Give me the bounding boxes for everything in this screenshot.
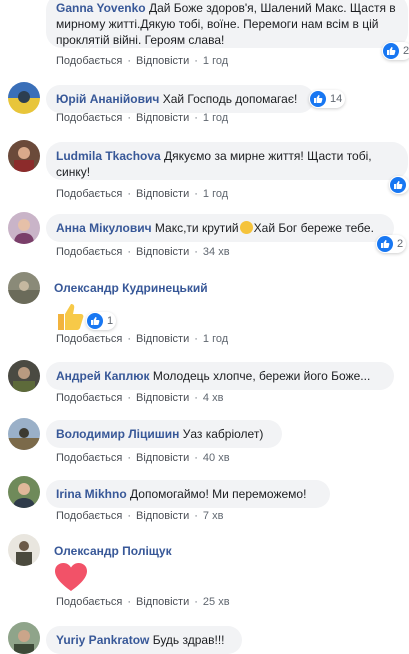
like-reaction-icon: [377, 236, 393, 252]
reply-link[interactable]: Відповісти: [136, 246, 189, 258]
like-link[interactable]: Подобається: [56, 112, 122, 124]
comment-actions: Подобається · Відповісти · 1 год: [56, 55, 229, 67]
avatar[interactable]: [8, 418, 40, 450]
thumbs-up-sticker: [54, 300, 86, 335]
like-link[interactable]: Подобається: [56, 188, 122, 200]
comment-text: Молодець хлопче, бережи його Боже...: [152, 369, 371, 383]
comment-actions: Подобається · Відповісти · 1 год: [56, 188, 229, 200]
comment-bubble: Андрей Каплюк Молодець хлопче, бережи йо…: [46, 362, 394, 390]
comment-author[interactable]: Анна Мікулович: [56, 221, 152, 235]
comment-author[interactable]: Андрей Каплюк: [56, 369, 150, 383]
comment-author[interactable]: Ganna Yovenko: [56, 1, 146, 15]
comment-text-continued: Хай Бог береже тебе.: [253, 221, 374, 235]
comment-bubble: Володимир Ліцишин Уаз кабріолет): [46, 420, 282, 448]
comment-text: Уаз кабріолет): [182, 427, 264, 441]
heart-sticker: [54, 562, 88, 595]
comment-bubble: Анна Мікулович Макс,ти крутий Хай Бог бер…: [46, 214, 394, 242]
reaction-number: 14: [330, 93, 343, 105]
avatar[interactable]: [8, 476, 40, 508]
reply-link[interactable]: Відповісти: [136, 333, 189, 345]
comment-actions: Подобається · Відповісти · 7 хв: [56, 510, 224, 522]
comment-time[interactable]: 1 год: [203, 333, 228, 345]
like-link[interactable]: Подобається: [56, 246, 122, 258]
like-reaction-icon: [310, 91, 326, 107]
reaction-count[interactable]: 2: [382, 42, 409, 60]
reaction-count[interactable]: 14: [309, 90, 346, 108]
reply-link[interactable]: Відповісти: [136, 596, 189, 608]
avatar[interactable]: [8, 272, 40, 304]
comment-actions: Подобається · Відповісти · 1 год: [56, 333, 229, 345]
avatar[interactable]: [8, 622, 40, 654]
comment-text: Хай Господь допомагає!: [162, 92, 298, 106]
comment-time[interactable]: 1 год: [203, 55, 228, 67]
comment-actions: Подобається · Відповісти · 40 хв: [56, 452, 230, 464]
reaction-count[interactable]: [389, 176, 409, 194]
reply-link[interactable]: Відповісти: [136, 452, 189, 464]
comment-bubble: Irina Mikhno Допомогаймо! Ми переможемо!: [46, 480, 330, 508]
avatar[interactable]: [8, 82, 40, 114]
reaction-count[interactable]: 1: [86, 312, 117, 330]
comment-author[interactable]: Yuriy Pankratow: [56, 633, 149, 647]
comment-actions: Подобається · Відповісти · 25 хв: [56, 596, 230, 608]
comment-time[interactable]: 7 хв: [203, 510, 224, 522]
comment-bubble: Ganna Yovenko Дай Боже здоров'я, Шалений…: [46, 0, 408, 48]
reaction-number: 2: [403, 45, 409, 57]
like-link[interactable]: Подобається: [56, 596, 122, 608]
comment-text: Допомогаймо! Ми переможемо!: [130, 487, 307, 501]
comment-text: Макс,ти крутий: [154, 221, 239, 235]
reply-link[interactable]: Відповісти: [136, 112, 189, 124]
like-reaction-icon: [383, 43, 399, 59]
like-link[interactable]: Подобається: [56, 392, 122, 404]
comment-author[interactable]: Ludmila Tkachova: [56, 149, 161, 163]
comment-time[interactable]: 1 год: [203, 112, 228, 124]
avatar[interactable]: [8, 140, 40, 172]
smile-emoji-icon: [239, 221, 253, 234]
reply-link[interactable]: Відповісти: [136, 55, 189, 67]
comment-text: Будь здрав!!!: [152, 633, 225, 647]
comment-time[interactable]: 25 хв: [203, 596, 230, 608]
comment-time[interactable]: 34 хв: [203, 246, 230, 258]
reply-link[interactable]: Відповісти: [136, 188, 189, 200]
avatar[interactable]: [8, 534, 40, 566]
reply-link[interactable]: Відповісти: [136, 510, 189, 522]
comment-author[interactable]: Олександр Поліщук: [54, 544, 172, 558]
comment-actions: Подобається · Відповісти · 1 год: [56, 112, 229, 124]
reply-link[interactable]: Відповісти: [136, 392, 189, 404]
comment-time[interactable]: 4 хв: [203, 392, 224, 404]
reaction-number: 1: [107, 315, 114, 327]
like-reaction-icon: [87, 313, 103, 329]
comment-bubble: Юрій Ананійович Хай Господь допомагає!: [46, 85, 314, 113]
reaction-count[interactable]: 2: [376, 235, 407, 253]
comment-author[interactable]: Irina Mikhno: [56, 487, 127, 501]
comment-author[interactable]: Олександр Кудринецький: [54, 281, 208, 295]
comment-actions: Подобається · Відповісти · 4 хв: [56, 392, 224, 404]
like-link[interactable]: Подобається: [56, 333, 122, 345]
avatar[interactable]: [8, 212, 40, 244]
like-link[interactable]: Подобається: [56, 452, 122, 464]
like-reaction-icon: [390, 177, 406, 193]
comment-author[interactable]: Володимир Ліцишин: [56, 427, 179, 441]
comment-time[interactable]: 1 год: [203, 188, 228, 200]
comment-bubble: Ludmila Tkachova Дякуємо за мирне життя!…: [46, 142, 408, 180]
like-link[interactable]: Подобається: [56, 510, 122, 522]
like-link[interactable]: Подобається: [56, 55, 122, 67]
reaction-number: 2: [397, 238, 404, 250]
comment-author[interactable]: Юрій Ананійович: [56, 92, 159, 106]
comment-time[interactable]: 40 хв: [203, 452, 230, 464]
avatar[interactable]: [8, 360, 40, 392]
comment-actions: Подобається · Відповісти · 34 хв: [56, 246, 230, 258]
